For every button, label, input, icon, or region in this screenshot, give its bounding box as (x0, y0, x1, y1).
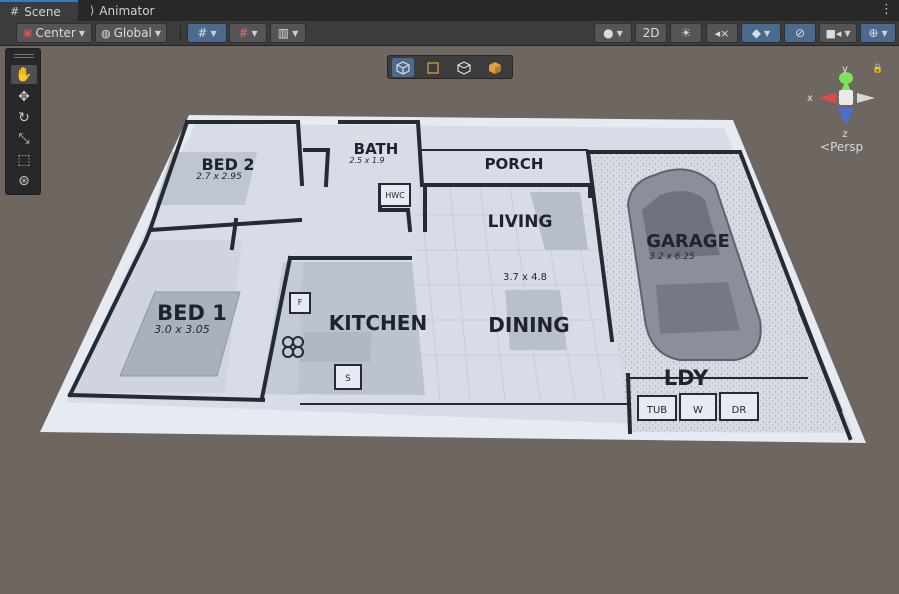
tab-scene[interactable]: # Scene (0, 0, 78, 21)
chevron-down-icon: ▼ (251, 28, 258, 38)
gizmo-z-label: z (842, 129, 847, 140)
grid-snap-icon: # (197, 26, 208, 40)
scene-render: BED 2 2.7 x 2.95 BATH 2.5 x 1.9 PORCH LI… (0, 46, 899, 594)
audio-toggle[interactable]: ◂× (706, 23, 738, 43)
globe-icon: ◍ (100, 26, 111, 40)
audio-mute-icon: ◂× (714, 26, 730, 40)
room-label-porch: PORCH (485, 155, 544, 173)
gizmo-sphere-icon: ⊕ (868, 26, 879, 40)
grid-snapping-toggle[interactable]: # ▼ (187, 23, 227, 43)
scale-icon: ⤡ (18, 130, 30, 147)
pivot-mode-label: Center (35, 26, 76, 40)
gizmo-y-label: y (842, 64, 848, 75)
grid-icon: # (10, 5, 20, 18)
draw-mode-wire[interactable] (453, 58, 475, 77)
gizmo-center-cube (839, 90, 853, 105)
cube-icon (396, 60, 410, 75)
fixture-washer: W (693, 405, 703, 416)
hand-icon: ✋ (15, 66, 33, 83)
hidden-objects-toggle[interactable]: ⊘ (784, 23, 816, 43)
lock-icon: 🔒 (872, 63, 883, 74)
pivot-mode-dropdown[interactable]: ▣ Center ▼ (16, 23, 92, 43)
chevron-down-icon: ▼ (881, 28, 888, 38)
space-mode-dropdown[interactable]: ◍ Global ▼ (95, 23, 167, 43)
chevron-down-icon: ▼ (844, 28, 851, 38)
chevron-down-icon: ▼ (764, 28, 771, 38)
room-label-living: LIVING (488, 212, 553, 232)
incremental-snap-toggle[interactable]: # ▼ (229, 23, 267, 43)
solid-cube-icon (489, 61, 501, 74)
room-label-ldy: LDY (664, 366, 709, 390)
move-tool[interactable]: ✥ (11, 87, 37, 106)
gizmos-dropdown[interactable]: ⊕ ▼ (860, 23, 896, 43)
draw-mode-bounds[interactable] (422, 58, 444, 77)
transform-tool[interactable]: ⊛ (11, 171, 37, 190)
room-dims-dining: 3.7 x 4.8 (503, 272, 547, 283)
fixture-dryer: DR (732, 405, 747, 416)
shading-mode-dropdown[interactable]: ● ▼ (594, 23, 632, 43)
rotate-icon: ↻ (18, 109, 30, 126)
rotate-tool[interactable]: ↻ (11, 108, 37, 127)
room-dims-bed1: 3.0 x 3.05 (154, 323, 210, 336)
scene-toolbar: ▣ Center ▼ ◍ Global ▼ # ▼ # ▼ ▥ ▼ ● ▼ 2D… (0, 21, 899, 46)
move-arrows-icon: ✥ (18, 88, 30, 105)
room-label-bed1: BED 1 (157, 301, 227, 325)
chevron-left-icon: < (820, 140, 831, 154)
camera-icon: ■◂ (825, 26, 842, 40)
camera-settings-dropdown[interactable]: ■◂ ▼ (819, 23, 857, 43)
draw-mode-solid[interactable] (484, 58, 506, 77)
projection-label: Persp (830, 140, 864, 154)
drag-handle-icon[interactable] (14, 54, 34, 58)
tab-animator[interactable]: ⟩ Animator (80, 0, 170, 21)
gizmo-x-label: x (807, 93, 813, 104)
scene-viewport[interactable]: BED 2 2.7 x 2.95 BATH 2.5 x 1.9 PORCH LI… (0, 46, 899, 594)
tools-overlay: ✋ ✥ ↻ ⤡ ⬚ ⊛ (5, 48, 41, 195)
divider (180, 25, 181, 41)
kitchen-island (300, 332, 372, 362)
chevron-down-icon: ▼ (78, 28, 85, 38)
2d-mode-label: 2D (642, 26, 660, 40)
tab-scene-label: Scene (24, 4, 61, 19)
chevron-down-icon: ▼ (292, 28, 299, 38)
grid-visibility-toggle[interactable]: ▥ ▼ (270, 23, 306, 43)
room-label-dining: DINING (488, 313, 569, 337)
pivot-icon: ▣ (23, 27, 33, 39)
chevron-down-icon: ▼ (616, 28, 623, 38)
fixture-hwc: HWC (385, 191, 405, 200)
effects-dropdown[interactable]: ◆ ▼ (741, 23, 781, 43)
chevron-down-icon: ▼ (210, 28, 217, 38)
space-mode-label: Global (113, 26, 152, 40)
eye-slash-icon: ⊘ (794, 26, 806, 40)
light-bulb-icon: ☀ (680, 26, 692, 40)
room-label-garage: GARAGE (646, 231, 730, 252)
projection-toggle[interactable]: <Persp (820, 140, 863, 154)
lighting-toggle[interactable]: ☀ (670, 23, 702, 43)
bounds-icon (427, 61, 439, 74)
animator-icon: ⟩ (90, 4, 95, 17)
room-dims-bed2: 2.7 x 2.95 (196, 172, 242, 182)
scale-tool[interactable]: ⤡ (11, 129, 37, 148)
draw-mode-overlay (387, 55, 513, 79)
fixture-fridge: F (298, 298, 303, 307)
2d-mode-toggle[interactable]: 2D (635, 23, 667, 43)
room-label-kitchen: KITCHEN (329, 311, 427, 335)
grid-lines-icon: ▥ (277, 26, 290, 40)
hand-tool[interactable]: ✋ (11, 65, 37, 84)
snap-increment-icon: # (238, 26, 249, 40)
rect-tool[interactable]: ⬚ (11, 150, 37, 169)
effects-layers-icon: ◆ (751, 26, 762, 40)
tab-bar: # Scene ⟩ Animator ⋮ (0, 0, 899, 21)
room-dims-garage: 3.2 x 6.25 (649, 252, 695, 262)
chevron-down-icon: ▼ (154, 28, 162, 38)
shading-sphere-icon: ● (603, 26, 614, 40)
transform-icon: ⊛ (18, 172, 30, 189)
rect-transform-icon: ⬚ (17, 151, 31, 168)
draw-mode-cube[interactable] (392, 58, 414, 77)
room-dims-bath: 2.5 x 1.9 (349, 156, 384, 165)
fixture-sink: S (345, 374, 351, 384)
tab-animator-label: Animator (99, 3, 155, 18)
fixture-tub: TUB (646, 405, 667, 416)
kebab-menu-icon[interactable]: ⋮ (880, 3, 893, 16)
wire-cube-icon (457, 60, 471, 75)
